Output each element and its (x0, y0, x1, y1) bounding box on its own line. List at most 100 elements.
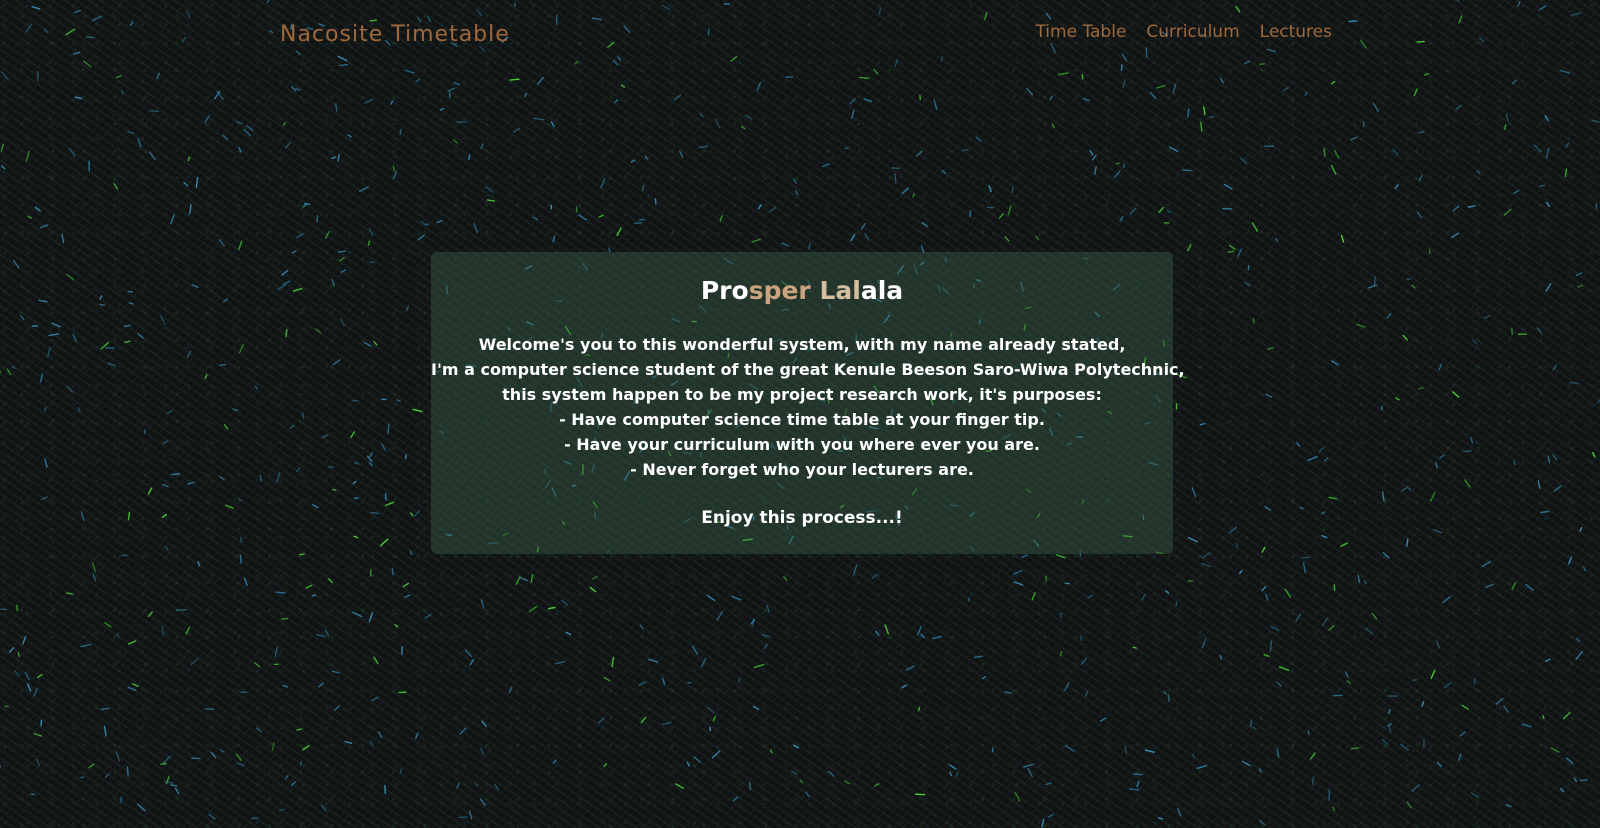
texture-stroke (127, 640, 137, 645)
texture-stroke (387, 423, 390, 434)
texture-stroke (1321, 617, 1329, 626)
texture-stroke (315, 328, 322, 334)
texture-stroke (1476, 170, 1481, 175)
texture-stroke (107, 362, 116, 367)
texture-stroke (91, 562, 97, 573)
texture-stroke (456, 782, 460, 789)
texture-stroke (1199, 121, 1203, 132)
texture-stroke (312, 504, 319, 509)
texture-stroke (1503, 208, 1512, 216)
author-name: Prosper Lalala (431, 274, 1173, 308)
texture-stroke (66, 273, 75, 281)
texture-stroke (920, 245, 925, 253)
texture-stroke (654, 198, 657, 205)
texture-stroke (752, 705, 760, 710)
texture-stroke (894, 172, 897, 184)
texture-stroke (844, 780, 851, 785)
nav-link-time-table[interactable]: Time Table (1035, 22, 1126, 42)
texture-stroke (302, 203, 308, 208)
texture-stroke (1282, 86, 1289, 92)
texture-stroke (519, 576, 528, 582)
texture-stroke (611, 656, 615, 668)
texture-stroke (1392, 149, 1399, 156)
texture-stroke (1562, 711, 1571, 720)
texture-stroke (623, 25, 631, 33)
texture-stroke (1421, 701, 1425, 708)
texture-stroke (222, 298, 229, 303)
texture-stroke (1511, 79, 1518, 85)
nav-link-lectures[interactable]: Lectures (1260, 22, 1332, 42)
texture-stroke (612, 59, 619, 66)
texture-stroke (878, 7, 882, 15)
texture-stroke (363, 341, 372, 347)
texture-stroke (1577, 284, 1584, 288)
texture-stroke (1311, 776, 1315, 786)
texture-stroke (1263, 654, 1270, 657)
texture-stroke (266, 0, 270, 4)
texture-stroke (1191, 486, 1197, 498)
texture-stroke (282, 684, 289, 688)
texture-stroke (730, 55, 738, 62)
texture-stroke (1267, 347, 1274, 351)
texture-stroke (616, 227, 622, 237)
texture-stroke (147, 611, 153, 617)
texture-stroke (239, 554, 242, 564)
texture-stroke (1575, 272, 1583, 276)
texture-stroke (366, 455, 373, 462)
purpose-item: - Have your curriculum with you where ev… (564, 435, 1040, 454)
texture-stroke (161, 626, 165, 637)
texture-stroke (92, 573, 97, 582)
texture-stroke (766, 604, 770, 613)
texture-stroke (805, 791, 810, 798)
texture-stroke (1132, 646, 1138, 649)
texture-stroke (175, 609, 187, 611)
texture-stroke (1444, 681, 1452, 689)
texture-stroke (33, 733, 43, 737)
texture-stroke (291, 86, 297, 92)
texture-stroke (243, 577, 248, 587)
texture-stroke (1330, 360, 1339, 366)
texture-stroke (353, 535, 359, 539)
texture-stroke (368, 228, 373, 236)
texture-stroke (982, 676, 987, 680)
texture-stroke (1455, 0, 1460, 2)
texture-stroke (222, 134, 229, 141)
texture-stroke (321, 805, 327, 812)
texture-stroke (238, 240, 243, 250)
texture-stroke (1401, 487, 1407, 492)
texture-stroke (600, 177, 606, 189)
texture-stroke (218, 238, 226, 247)
texture-stroke (321, 434, 329, 439)
texture-stroke (238, 146, 242, 153)
texture-stroke (278, 808, 285, 812)
texture-stroke (347, 134, 352, 138)
texture-stroke (509, 78, 520, 81)
texture-stroke (1264, 505, 1271, 511)
texture-stroke (931, 635, 943, 640)
texture-stroke (271, 742, 275, 751)
author-name-part: Lal (810, 276, 861, 305)
site-brand[interactable]: Nacosite Timetable (280, 22, 510, 47)
texture-stroke (468, 810, 473, 820)
texture-stroke (1023, 763, 1034, 768)
texture-stroke (565, 631, 572, 635)
texture-stroke (961, 148, 969, 152)
texture-stroke (1261, 585, 1267, 592)
texture-stroke (164, 780, 174, 784)
texture-stroke (280, 617, 289, 620)
nav-link-curriculum[interactable]: Curriculum (1146, 22, 1239, 42)
texture-stroke (591, 575, 599, 580)
texture-stroke (1167, 694, 1170, 703)
texture-stroke (884, 624, 889, 635)
texture-stroke (1439, 454, 1445, 459)
texture-stroke (748, 781, 752, 791)
texture-stroke (614, 99, 619, 104)
texture-stroke (552, 759, 557, 764)
texture-stroke (302, 745, 310, 751)
texture-stroke (1014, 791, 1021, 802)
texture-stroke (34, 206, 41, 212)
texture-stroke (1537, 480, 1541, 489)
texture-stroke (185, 626, 191, 635)
texture-stroke (508, 686, 513, 694)
texture-stroke (1423, 72, 1430, 76)
